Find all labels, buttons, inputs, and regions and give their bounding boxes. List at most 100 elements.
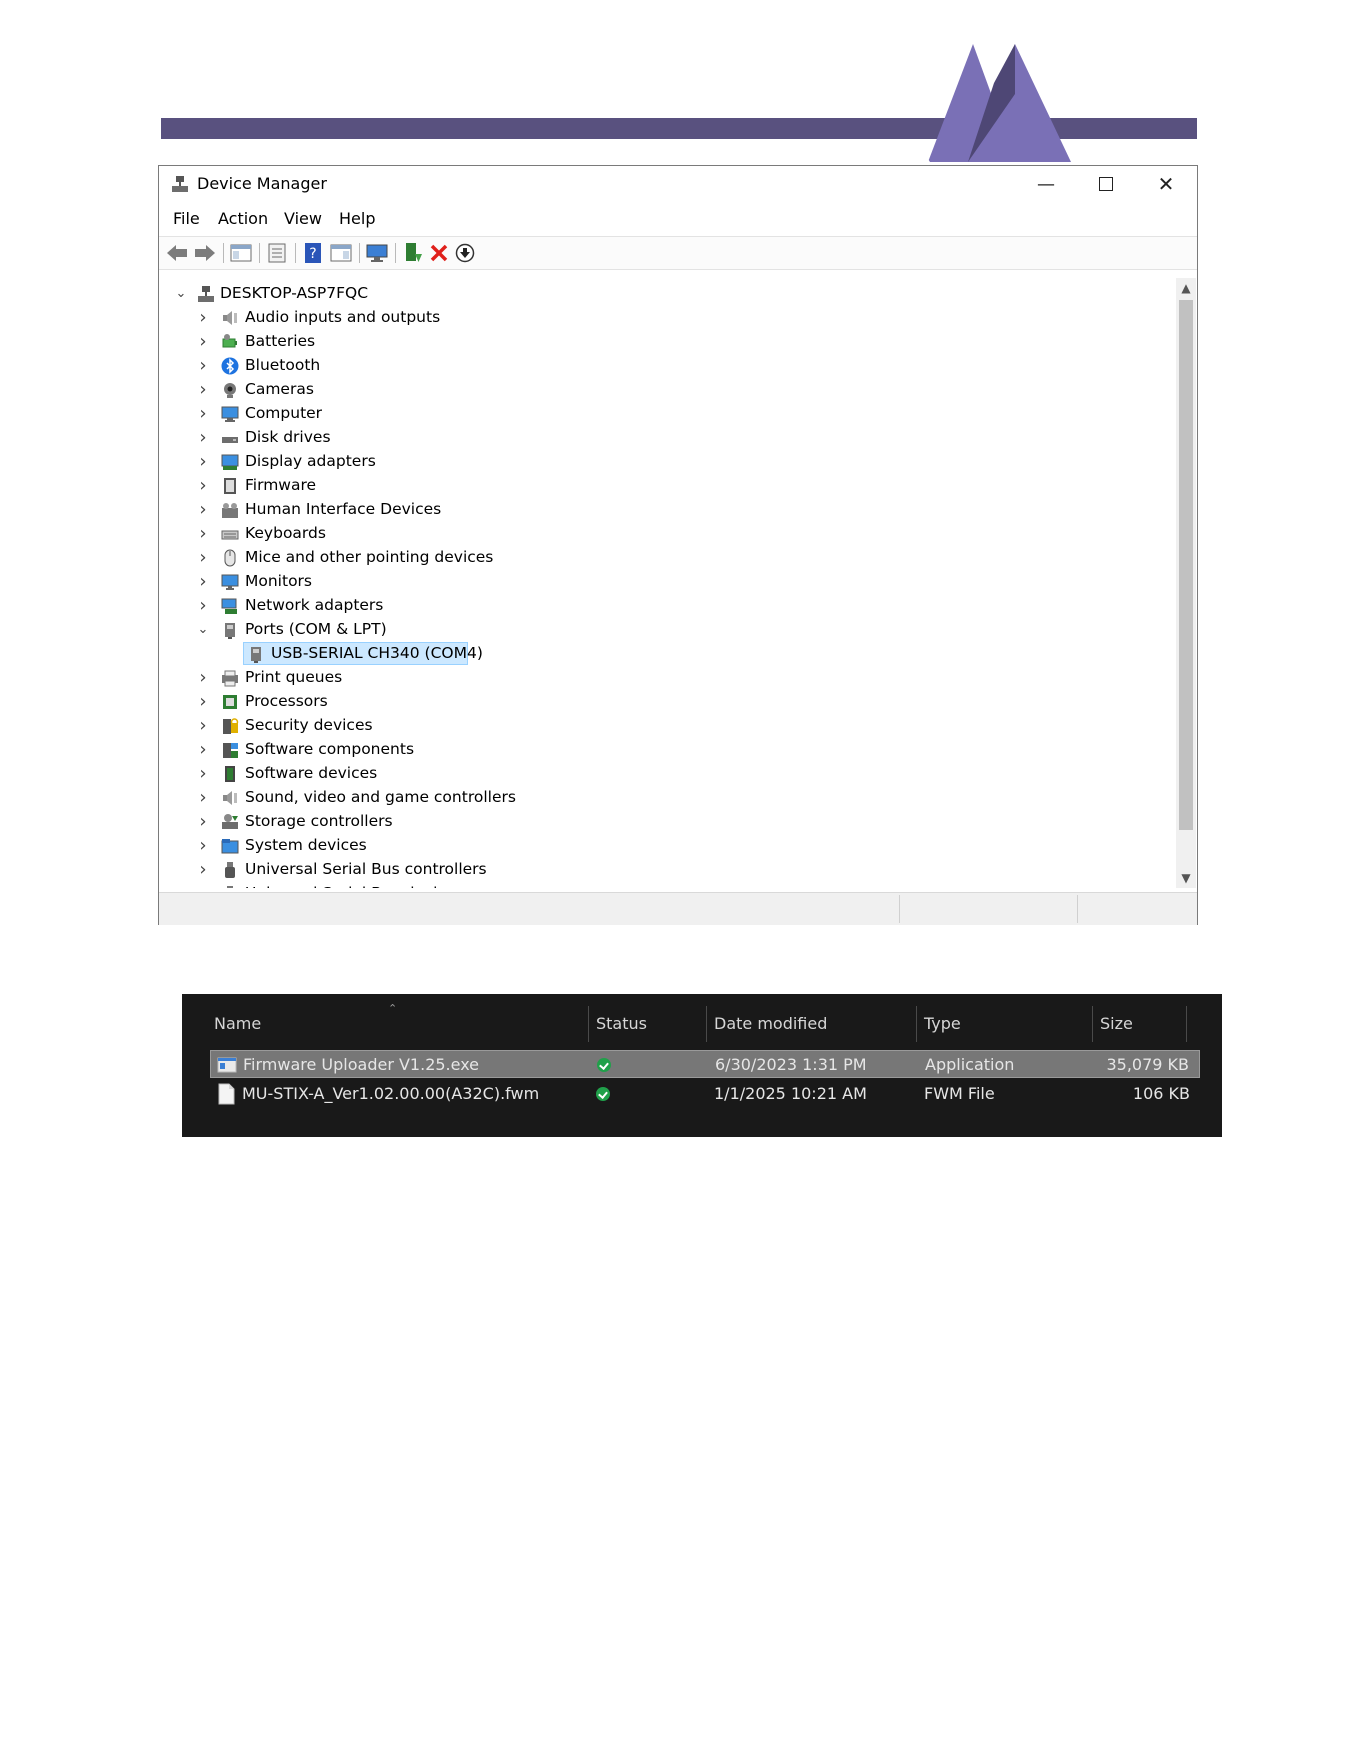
chevron-right-icon[interactable]: ›: [195, 859, 211, 880]
tree-category-row[interactable]: › Network adapters: [163, 594, 1176, 618]
chevron-right-icon[interactable]: ›: [195, 499, 211, 520]
column-divider[interactable]: [1092, 1006, 1093, 1042]
column-divider[interactable]: [706, 1006, 707, 1042]
tree-category-row[interactable]: ⌄ Ports (COM & LPT): [163, 618, 1176, 642]
tree-category-row[interactable]: › Batteries: [163, 330, 1176, 354]
tree-category-row[interactable]: › Cameras: [163, 378, 1176, 402]
vertical-scrollbar[interactable]: ▲ ▼: [1176, 278, 1196, 888]
chevron-down-icon[interactable]: ⌄: [195, 621, 211, 637]
menu-file[interactable]: File: [173, 209, 200, 228]
properties-button[interactable]: [265, 241, 289, 265]
chevron-right-icon[interactable]: ›: [195, 355, 211, 376]
close-button[interactable]: ✕: [1137, 166, 1195, 202]
menu-action[interactable]: Action: [218, 209, 268, 228]
file-row[interactable]: Firmware Uploader V1.25.exe 6/30/2023 1:…: [210, 1050, 1200, 1078]
forward-button[interactable]: [193, 241, 217, 265]
file-row[interactable]: MU-STIX-A_Ver1.02.00.00(A32C).fwm 1/1/20…: [210, 1080, 1200, 1108]
chevron-right-icon[interactable]: ›: [195, 835, 211, 856]
uninstall-button[interactable]: [427, 241, 451, 265]
tree-category-row[interactable]: › Bluetooth: [163, 354, 1176, 378]
chevron-right-icon[interactable]: ›: [195, 571, 211, 592]
computer-root-icon: [198, 286, 214, 302]
disable-device-button[interactable]: [453, 241, 477, 265]
chevron-right-icon[interactable]: ›: [195, 883, 211, 889]
chevron-right-icon[interactable]: ›: [195, 691, 211, 712]
tree-category-row[interactable]: › Display adapters: [163, 450, 1176, 474]
help-icon: ?: [305, 243, 321, 263]
tree-category-row[interactable]: › Universal Serial Bus devices: [163, 882, 1176, 888]
chevron-right-icon[interactable]: ›: [195, 787, 211, 808]
chevron-right-icon[interactable]: ›: [195, 811, 211, 832]
file-name: MU-STIX-A_Ver1.02.00.00(A32C).fwm: [242, 1084, 540, 1103]
update-driver-button[interactable]: [401, 241, 425, 265]
tree-root-row[interactable]: ⌄ DESKTOP-ASP7FQC: [163, 282, 1176, 306]
sort-ascending-icon: ⌃: [388, 1002, 398, 1015]
column-divider[interactable]: [916, 1006, 917, 1042]
column-header-size[interactable]: Size: [1100, 1014, 1133, 1033]
maximize-button[interactable]: [1077, 166, 1135, 202]
column-divider[interactable]: [588, 1006, 589, 1042]
scroll-down-icon[interactable]: ▼: [1176, 868, 1196, 888]
tree-category-row[interactable]: › Universal Serial Bus controllers: [163, 858, 1176, 882]
toolbar-separator: [359, 243, 360, 263]
chevron-right-icon[interactable]: ›: [195, 475, 211, 496]
hid-icon: [222, 503, 238, 518]
chevron-right-icon[interactable]: ›: [195, 715, 211, 736]
show-hide-tree-button[interactable]: [229, 241, 253, 265]
software-component-icon: [223, 743, 238, 758]
menu-view[interactable]: View: [284, 209, 322, 228]
scroll-up-icon[interactable]: ▲: [1176, 278, 1196, 298]
tree-category-row[interactable]: › Firmware: [163, 474, 1176, 498]
column-divider[interactable]: [1186, 1006, 1187, 1042]
tree-category-row[interactable]: › Processors: [163, 690, 1176, 714]
tree-category-label: Audio inputs and outputs: [245, 308, 441, 326]
help-button[interactable]: ?: [301, 241, 325, 265]
column-header-type[interactable]: Type: [924, 1014, 961, 1033]
back-button[interactable]: [165, 241, 189, 265]
port-icon: [251, 647, 261, 663]
tree-category-row[interactable]: › Security devices: [163, 714, 1176, 738]
menu-bar: File Action View Help: [159, 209, 1197, 233]
close-icon: ✕: [1157, 172, 1175, 196]
chevron-down-icon[interactable]: ⌄: [173, 285, 189, 301]
action-pane-button[interactable]: [329, 241, 353, 265]
chevron-right-icon[interactable]: ›: [195, 763, 211, 784]
chevron-right-icon[interactable]: ›: [195, 451, 211, 472]
column-header-name[interactable]: Name: [214, 1014, 261, 1033]
tree-category-row[interactable]: › Computer: [163, 402, 1176, 426]
chevron-right-icon[interactable]: ›: [195, 379, 211, 400]
tree-category-row[interactable]: › Keyboards: [163, 522, 1176, 546]
scan-hardware-button[interactable]: [365, 241, 389, 265]
column-header-status[interactable]: Status: [596, 1014, 647, 1033]
tree-category-label: Firmware: [245, 476, 317, 494]
chevron-right-icon[interactable]: ›: [195, 307, 211, 328]
tree-category-row[interactable]: › Software components: [163, 738, 1176, 762]
chevron-right-icon[interactable]: ›: [195, 523, 211, 544]
chevron-right-icon[interactable]: ›: [195, 667, 211, 688]
tree-device-row[interactable]: USB-SERIAL CH340 (COM4): [163, 642, 1176, 666]
tree-category-row[interactable]: › Audio inputs and outputs: [163, 306, 1176, 330]
tree-category-row[interactable]: › Storage controllers: [163, 810, 1176, 834]
chevron-right-icon[interactable]: ›: [195, 403, 211, 424]
tree-category-row[interactable]: › Software devices: [163, 762, 1176, 786]
tree-category-row[interactable]: › Monitors: [163, 570, 1176, 594]
chevron-right-icon[interactable]: ›: [195, 739, 211, 760]
tree-category-row[interactable]: › Mice and other pointing devices: [163, 546, 1176, 570]
scrollbar-thumb[interactable]: [1179, 300, 1193, 830]
disk-drive-icon: [222, 437, 238, 443]
tree-category-label: Computer: [245, 404, 323, 422]
minimize-button[interactable]: —: [1017, 166, 1075, 202]
tree-category-row[interactable]: › Disk drives: [163, 426, 1176, 450]
tree-category-row[interactable]: › Sound, video and game controllers: [163, 786, 1176, 810]
file-size: 35,079 KB: [1106, 1055, 1189, 1074]
chevron-right-icon[interactable]: ›: [195, 427, 211, 448]
chevron-right-icon[interactable]: ›: [195, 547, 211, 568]
chevron-right-icon[interactable]: ›: [195, 331, 211, 352]
menu-help[interactable]: Help: [339, 209, 375, 228]
tree-category-row[interactable]: › Human Interface Devices: [163, 498, 1176, 522]
tree-category-label: Monitors: [245, 572, 312, 590]
chevron-right-icon[interactable]: ›: [195, 595, 211, 616]
column-header-date-modified[interactable]: Date modified: [714, 1014, 827, 1033]
tree-category-row[interactable]: › System devices: [163, 834, 1176, 858]
tree-category-row[interactable]: › Print queues: [163, 666, 1176, 690]
